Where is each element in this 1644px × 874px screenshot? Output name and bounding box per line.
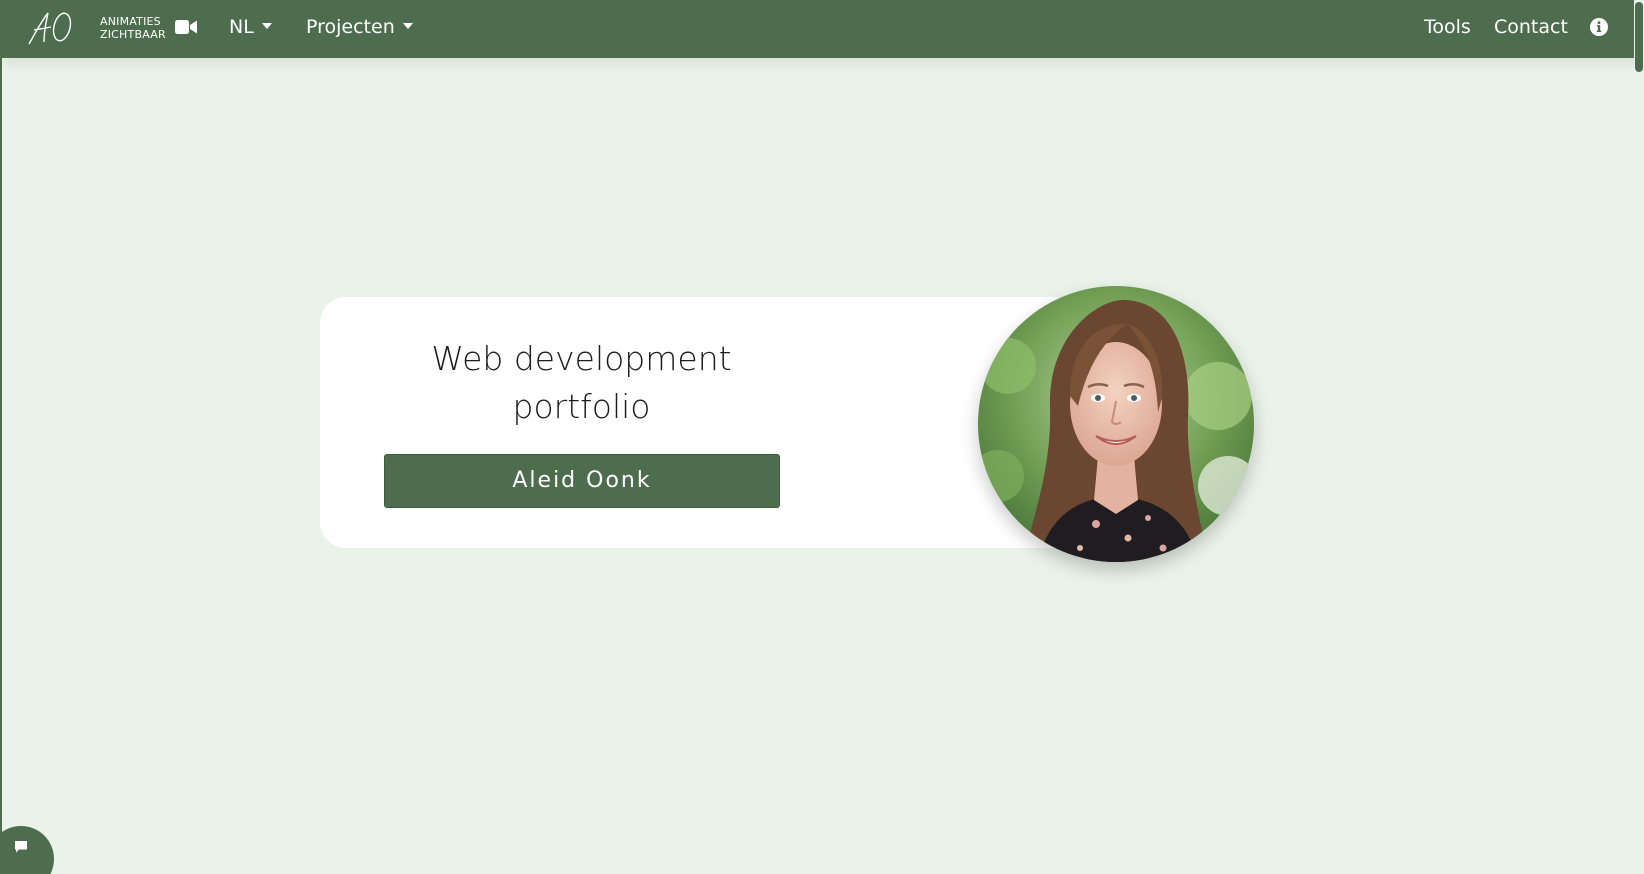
brand-name[interactable]: ANIMATIES ZICHTBAAR bbox=[100, 15, 166, 41]
chat-bubble-icon bbox=[15, 841, 27, 853]
info-circle-icon[interactable] bbox=[1589, 17, 1609, 37]
language-label: NL bbox=[229, 16, 254, 38]
brand-line-2: ZICHTBAAR bbox=[100, 28, 166, 41]
language-dropdown[interactable]: NL bbox=[229, 15, 272, 39]
brand-line-1: ANIMATIES bbox=[100, 15, 161, 28]
navbar: ANIMATIES ZICHTBAAR NL Projecten Tools C… bbox=[2, 0, 1644, 58]
scrollbar[interactable] bbox=[1634, 0, 1644, 874]
chevron-down-icon bbox=[402, 22, 413, 29]
page-title-line-1: Web development bbox=[431, 339, 732, 378]
page-title-line-2: portfolio bbox=[512, 387, 651, 426]
video-camera-icon bbox=[175, 20, 197, 34]
nav-link-tools[interactable]: Tools bbox=[1424, 15, 1471, 39]
portrait-image bbox=[978, 286, 1254, 562]
name-button[interactable]: Aleid Oonk bbox=[384, 454, 780, 508]
scrollbar-thumb[interactable] bbox=[1635, 2, 1643, 72]
logo-icon[interactable] bbox=[24, 8, 78, 48]
portrait-photo bbox=[978, 286, 1254, 562]
nav-link-contact[interactable]: Contact bbox=[1494, 15, 1568, 39]
chevron-down-icon bbox=[261, 22, 272, 29]
chat-button[interactable] bbox=[2, 826, 54, 874]
page-title: Web development portfolio bbox=[384, 335, 779, 431]
projects-dropdown[interactable]: Projecten bbox=[306, 15, 413, 39]
page: ANIMATIES ZICHTBAAR NL Projecten Tools C… bbox=[0, 0, 1644, 874]
projects-label: Projecten bbox=[306, 16, 395, 38]
